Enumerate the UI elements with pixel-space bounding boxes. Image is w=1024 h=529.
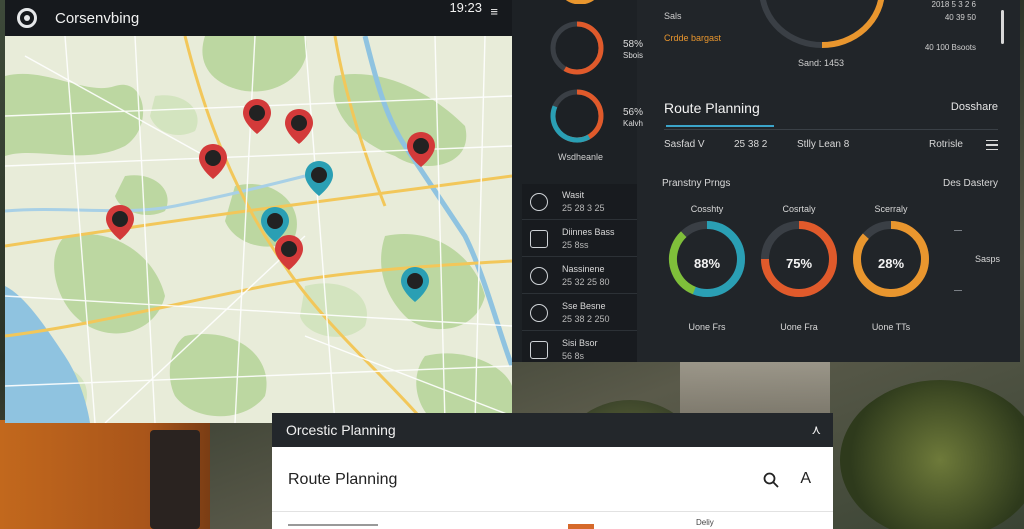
dialog-title: Route Planning — [288, 471, 398, 488]
pin-icon — [530, 304, 548, 322]
hamburger-icon[interactable]: ≡ — [490, 4, 498, 19]
list-item[interactable]: Nassinene 25 32 25 80 — [522, 258, 637, 294]
background-truck-window — [150, 430, 200, 529]
map-canvas[interactable] — [5, 36, 512, 423]
donut-gauge: Cosrtaly 75% Uone Fra — [756, 204, 842, 334]
dashboard-panel: 58% Sbois 56% Kalvh Wsdheanle Wasit 25 2… — [512, 0, 1020, 362]
list-item[interactable]: Diinnes Bass 25 8ss — [522, 221, 637, 257]
gauge-value: 75% — [785, 256, 813, 271]
app-title: Corsenvbing — [55, 9, 140, 27]
gauge-value: 88% — [693, 256, 721, 271]
dialog-header: Orcestic Planning ⋏ — [272, 413, 833, 447]
planning-dialog: Orcestic Planning ⋏ Route Planning A Del… — [272, 413, 833, 529]
dialog-footer-label: Deliy — [696, 518, 714, 527]
gauge-footer: Uone TTs — [871, 322, 911, 332]
sals-label: Sals — [664, 11, 682, 21]
gauge-caption: Scerraly — [874, 204, 908, 214]
dashboard-link[interactable]: Dosshare — [951, 101, 998, 113]
list-item-sub: 25 38 2 250 — [562, 314, 610, 324]
app-logo-icon[interactable] — [17, 8, 37, 28]
route-filter[interactable]: Rotrisle — [929, 139, 963, 150]
ring-gauge: 56% Kalvh — [549, 88, 643, 144]
donut-gauge: Cosshty 88% Uone Frs — [664, 204, 750, 334]
list-item-title: Wasit — [562, 190, 585, 200]
stat-line: 2018 5 3 2 6 — [931, 0, 976, 9]
tick-mark — [954, 230, 962, 231]
gauge-caption: Cosshty — [690, 204, 724, 214]
target-icon — [530, 267, 548, 285]
list-item-title: Sse Besne — [562, 301, 606, 311]
budget-gauge — [760, 0, 884, 48]
ring-caption: Wsdheanle — [558, 152, 604, 162]
truck-icon — [530, 341, 548, 359]
stat-line: 40 39 50 — [944, 13, 976, 22]
list-item-title: Nassinene — [562, 264, 605, 274]
list-item-sub: 56 8s — [562, 351, 585, 361]
donut-gauge: Scerraly 28% Uone TTs — [848, 204, 934, 334]
route-planning-title: Route Planning — [664, 100, 760, 116]
divider — [272, 511, 833, 512]
section-title: Pranstny Prngs — [662, 178, 731, 189]
dashboard-left-column: 58% Sbois 56% Kalvh Wsdheanle Wasit 25 2… — [512, 0, 643, 362]
background-tree — [840, 380, 1024, 529]
chevron-up-icon[interactable]: ⋏ — [811, 422, 821, 438]
gauge-caption: Cosrtaly — [782, 204, 816, 214]
date-filter[interactable]: Stlly Lean 8 — [797, 139, 849, 150]
list-item-sub: 25 28 3 25 — [562, 203, 605, 213]
map-titlebar: Corsenvbing 19:23 ≡ — [5, 0, 512, 36]
map-window: Corsenvbing 19:23 ≡ — [5, 0, 512, 423]
text-placeholder — [288, 524, 378, 526]
gauge-value: 28% — [877, 256, 905, 271]
gauge-footer: Uone Fra — [780, 322, 818, 332]
tick-mark — [954, 290, 962, 291]
list-item-sub: 25 8ss — [562, 240, 589, 250]
search-icon[interactable] — [763, 472, 779, 488]
divider — [664, 129, 998, 130]
list-item-title: Sisi Bsor — [562, 338, 598, 348]
list-item-sub: 25 32 25 80 — [562, 277, 610, 287]
stop-list: Wasit 25 28 3 25 Diinnes Bass 25 8ss Nas… — [522, 184, 637, 362]
hamburger-icon[interactable] — [986, 140, 998, 150]
clock: 19:23 — [449, 0, 482, 15]
status-bar — [568, 524, 594, 529]
ring-gauge: 58% Sbois — [549, 20, 643, 76]
stat-line: 40 100 Bsoots — [924, 43, 976, 52]
calendar-icon — [530, 230, 548, 248]
distance-filter[interactable]: 25 38 2 — [734, 139, 767, 150]
background-building — [680, 360, 830, 420]
side-label: Sasps — [974, 254, 1000, 264]
list-item-title: Diinnes Bass — [562, 227, 615, 237]
list-item[interactable]: Wasit 25 28 3 25 — [522, 184, 637, 220]
ring-label: Kalvh — [622, 119, 643, 128]
ring-value: 56% — [622, 107, 643, 118]
list-item[interactable]: Sisi Bsor 56 8s — [522, 332, 637, 368]
active-tab-indicator — [666, 125, 774, 127]
budget-label: Crdde bargast — [664, 33, 722, 43]
partial-ring — [565, 0, 595, 4]
ring-label: Sbois — [622, 51, 643, 60]
ring-value: 58% — [622, 39, 643, 50]
sort-dropdown[interactable]: Sasfad V — [664, 139, 705, 150]
section-title: Des Dastery — [942, 178, 998, 189]
scrollbar[interactable] — [1001, 10, 1004, 44]
list-item[interactable]: Sse Besne 25 38 2 250 — [522, 295, 637, 331]
budget-caption: Sand: 1453 — [798, 58, 845, 68]
gauge-footer: Uone Frs — [688, 322, 726, 332]
dialog-header-title: Orcestic Planning — [286, 422, 396, 438]
font-action-button[interactable]: A — [800, 470, 811, 488]
clock-icon — [530, 193, 548, 211]
